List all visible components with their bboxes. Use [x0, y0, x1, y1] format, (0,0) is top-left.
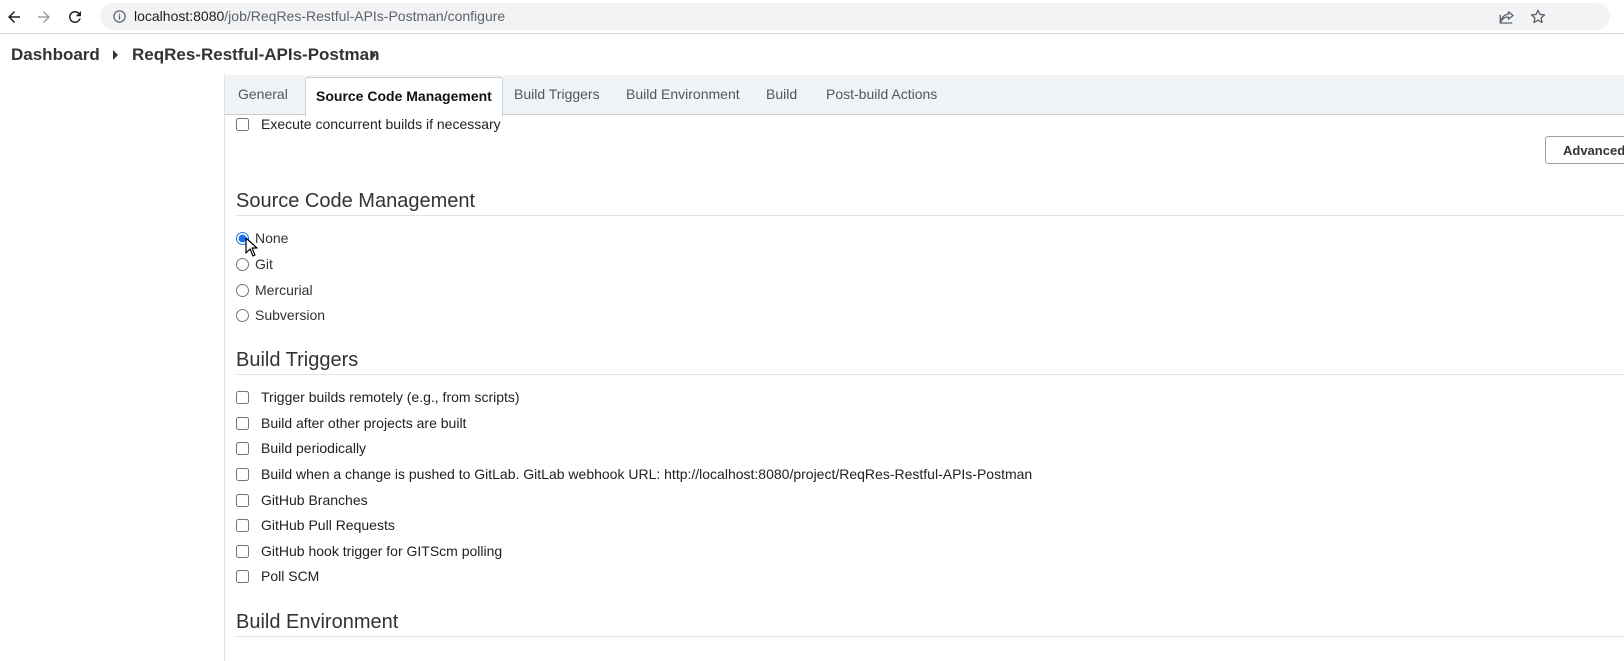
- tab-build-triggers[interactable]: Build Triggers: [504, 75, 610, 114]
- forward-arrow-icon[interactable]: [33, 6, 55, 28]
- build-triggers-section-title: Build Triggers: [236, 349, 359, 371]
- trigger-option: GitHub Pull Requests: [235, 515, 395, 535]
- trigger-option: Build periodically: [235, 438, 366, 458]
- trigger-option: GitHub hook trigger for GITScm polling: [235, 541, 502, 561]
- scm-git-radio[interactable]: [236, 257, 249, 271]
- scm-option-mercurial: Mercurial: [235, 280, 313, 300]
- trigger-remote-label: Trigger builds remotely (e.g., from scri…: [261, 389, 520, 405]
- tab-general[interactable]: General: [228, 75, 298, 114]
- site-info-icon[interactable]: [112, 9, 127, 24]
- advanced-button[interactable]: Advanced...: [1545, 136, 1624, 164]
- url-path: /job/ReqRes-Restful-APIs-Postman/configu…: [224, 8, 506, 24]
- config-form: Execute concurrent builds if necessary A…: [225, 115, 1624, 661]
- scm-subversion-radio[interactable]: [236, 308, 249, 322]
- scm-mercurial-label: Mercurial: [255, 282, 313, 298]
- concurrent-builds-option: Execute concurrent builds if necessary: [235, 114, 501, 134]
- url-host: localhost:8080: [134, 8, 225, 24]
- scm-option-git: Git: [235, 254, 273, 274]
- trigger-poll-scm-checkbox[interactable]: [236, 569, 249, 583]
- address-bar[interactable]: localhost:8080/job/ReqRes-Restful-APIs-P…: [100, 3, 1610, 30]
- breadcrumb-separator-icon[interactable]: [371, 50, 376, 60]
- reload-icon[interactable]: [64, 6, 86, 28]
- trigger-github-pr-checkbox[interactable]: [236, 518, 249, 532]
- config-tabbar: General Source Code Management Build Tri…: [225, 75, 1624, 117]
- trigger-github-hook-label: GitHub hook trigger for GITScm polling: [261, 543, 503, 559]
- scm-option-subversion: Subversion: [235, 305, 325, 325]
- scm-subversion-label: Subversion: [255, 307, 326, 323]
- trigger-after-other-label: Build after other projects are built: [261, 415, 467, 431]
- back-arrow-icon[interactable]: [3, 6, 25, 28]
- concurrent-builds-checkbox[interactable]: [236, 117, 249, 131]
- share-icon[interactable]: [1498, 8, 1516, 26]
- trigger-github-branches-checkbox[interactable]: [236, 493, 249, 507]
- trigger-gitlab-label: Build when a change is pushed to GitLab.…: [261, 466, 1033, 482]
- mouse-cursor-icon: [245, 237, 258, 257]
- trigger-github-pr-label: GitHub Pull Requests: [261, 517, 395, 533]
- breadcrumb-separator-icon[interactable]: [113, 50, 118, 60]
- breadcrumb: Dashboard ReqRes-Restful-APIs-Postman: [0, 34, 1624, 74]
- url-text: localhost:8080/job/ReqRes-Restful-APIs-P…: [134, 8, 505, 24]
- scm-section-title: Source Code Management: [236, 190, 476, 212]
- bookmark-star-icon[interactable]: [1529, 8, 1547, 26]
- trigger-github-hook-checkbox[interactable]: [236, 544, 249, 558]
- breadcrumb-dashboard[interactable]: Dashboard: [11, 45, 100, 65]
- tab-post-build-actions[interactable]: Post-build Actions: [816, 75, 947, 114]
- scm-none-label: None: [255, 230, 289, 246]
- scm-mercurial-radio[interactable]: [236, 283, 249, 297]
- trigger-gitlab-checkbox[interactable]: [236, 467, 249, 481]
- trigger-periodic-checkbox[interactable]: [236, 441, 249, 455]
- trigger-option: Build when a change is pushed to GitLab.…: [235, 464, 1032, 484]
- trigger-poll-scm-label: Poll SCM: [261, 568, 320, 584]
- scm-option-none: None: [235, 228, 288, 248]
- trigger-periodic-label: Build periodically: [261, 440, 367, 456]
- tab-source-code-management[interactable]: Source Code Management: [305, 77, 503, 117]
- trigger-option: GitHub Branches: [235, 490, 368, 510]
- build-triggers-section-divider: [236, 374, 1624, 375]
- scm-section-divider: [236, 215, 1624, 216]
- trigger-option: Trigger builds remotely (e.g., from scri…: [235, 387, 520, 407]
- trigger-remote-checkbox[interactable]: [236, 390, 249, 404]
- build-environment-section-title: Build Environment: [236, 611, 399, 633]
- concurrent-builds-label: Execute concurrent builds if necessary: [261, 116, 501, 132]
- trigger-github-branches-label: GitHub Branches: [261, 492, 368, 508]
- breadcrumb-job[interactable]: ReqRes-Restful-APIs-Postman: [132, 45, 380, 65]
- browser-toolbar: localhost:8080/job/ReqRes-Restful-APIs-P…: [0, 0, 1624, 34]
- scm-git-label: Git: [255, 256, 273, 272]
- trigger-option: Build after other projects are built: [235, 413, 466, 433]
- tab-build[interactable]: Build: [756, 75, 807, 114]
- tab-build-environment[interactable]: Build Environment: [616, 75, 750, 114]
- trigger-after-other-checkbox[interactable]: [236, 416, 249, 430]
- build-environment-section-divider: [236, 636, 1624, 637]
- trigger-option: Poll SCM: [235, 566, 319, 586]
